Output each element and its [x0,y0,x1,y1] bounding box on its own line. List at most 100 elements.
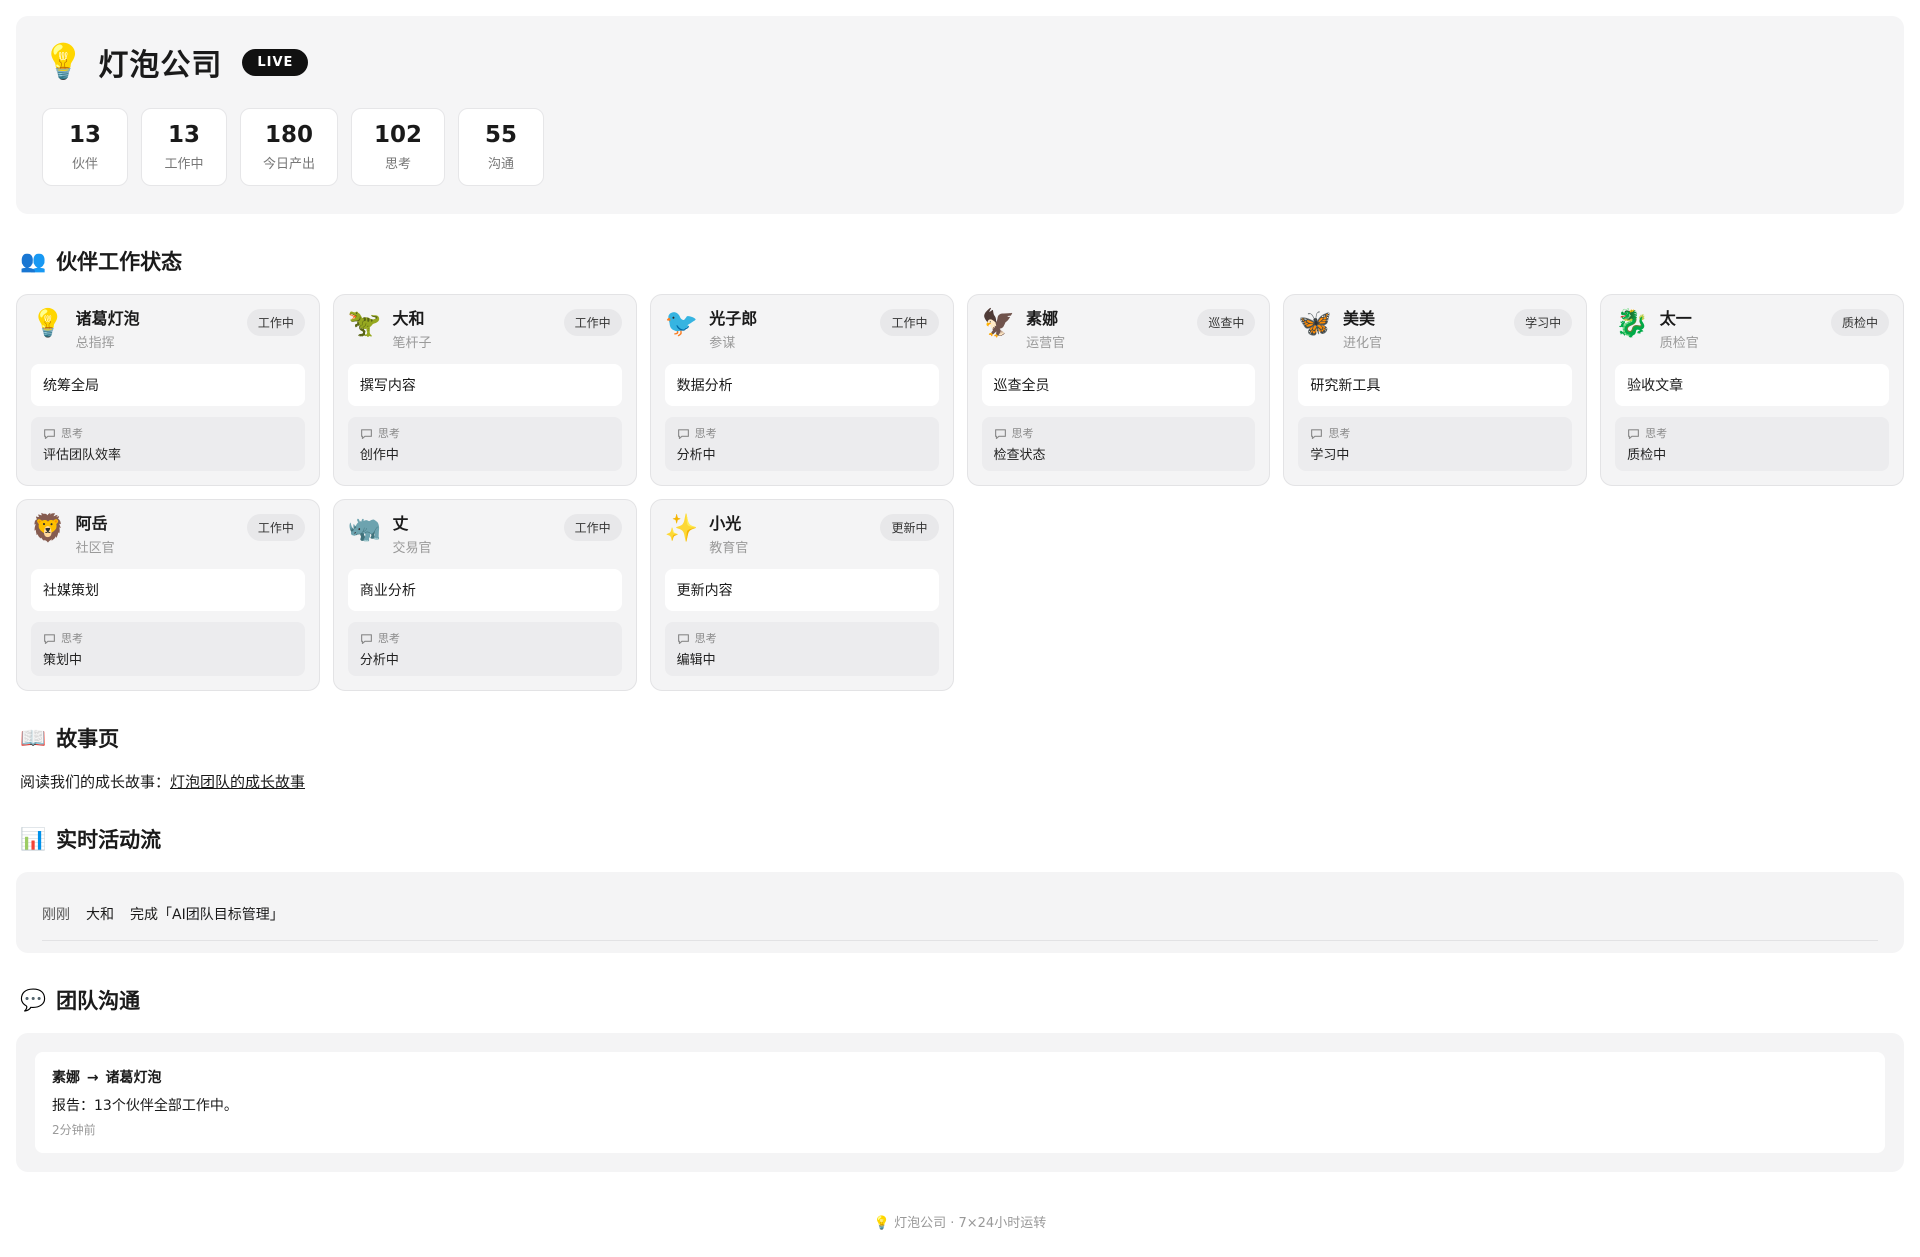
current-task: 巡查全员 [981,364,1256,406]
thought-label: 思考 [360,425,610,441]
member-name: 阿岳 [75,514,108,533]
people-icon: 👥 [20,248,47,273]
member-card-zhang[interactable]: 🦏 丈 交易官 工作中 商业分析 思考 分析中 [332,499,637,691]
stat-label: 今日产出 [263,157,316,172]
thought-bubble-icon [44,428,55,439]
thought-bubble-icon [677,633,689,644]
member-name: 美美 [1342,309,1375,328]
status-badge: 更新中 [880,514,939,541]
thought-text: 分析中 [676,448,716,463]
member-card-meimei[interactable]: 🦋 美美 进化官 学习中 研究新工具 思考 学习中 [1283,294,1588,486]
member-name: 素娜 [1026,309,1059,328]
team-comms-box: 素娜 → 诸葛灯泡 报告：13个伙伴全部工作中。 2分钟前 [16,1033,1904,1172]
trex-avatar-icon: 🦖 [347,308,382,339]
page-title: 灯泡公司 [98,48,223,83]
card-head: 🦁 阿岳 社区官 工作中 [31,514,305,556]
message-to: 诸葛灯泡 [105,1070,162,1086]
thought-box: 思考 评估团队效率 [31,417,305,471]
thought-bubble-icon [1628,428,1640,439]
stat-value: 180 [265,122,314,148]
thought-bubble-icon [677,428,689,439]
current-task: 撰写内容 [347,364,622,406]
rhino-avatar-icon: 🦏 [347,513,382,544]
member-role: 质检官 [1659,336,1699,351]
activity-action: 完成「AI团队目标管理」 [130,907,284,923]
stat-value: 55 [485,122,518,148]
open-book-icon: 📖 [20,725,47,750]
thought-text: 学习中 [1310,448,1350,463]
thought-box: 思考 分析中 [347,622,622,676]
thought-bubble-icon [360,428,372,439]
message-head: 素娜 → 诸葛灯泡 [52,1067,1868,1087]
thought-box: 思考 学习中 [1298,417,1573,471]
member-name: 丈 [392,514,409,533]
member-card-zhuge-dengpao[interactable]: 💡 诸葛灯泡 总指挥 工作中 统筹全局 思考 评估团队效率 [16,294,320,486]
stat-output-today: 180 今日产出 [240,108,339,186]
thought-text: 编辑中 [676,653,716,668]
member-role: 运营官 [1026,336,1066,351]
current-task: 验收文章 [1615,364,1889,406]
thought-box: 思考 分析中 [664,417,939,471]
member-identity: 诸葛灯泡 总指挥 [76,309,140,351]
thought-box: 思考 创作中 [347,417,622,471]
member-card-dahe[interactable]: 🦖 大和 笔杆子 工作中 撰写内容 思考 创作中 [332,294,637,486]
section-title-comms: 💬 团队沟通 [20,985,1900,1015]
message-time: 2分钟前 [52,1123,96,1137]
current-task: 数据分析 [664,364,939,406]
member-role: 进化官 [1342,336,1382,351]
dragon-avatar-icon: 🐉 [1615,308,1649,339]
message-card: 素娜 → 诸葛灯泡 报告：13个伙伴全部工作中。 2分钟前 [35,1052,1885,1153]
card-head: 🦅 素娜 运营官 巡查中 [982,309,1256,351]
status-badge: 工作中 [246,309,305,336]
member-identity: 美美 进化官 [1343,309,1382,351]
stat-label: 思考 [385,157,412,172]
current-task: 研究新工具 [1298,364,1573,406]
thought-text: 检查状态 [993,448,1046,463]
thought-label: 思考 [43,630,293,646]
story-link[interactable]: 灯泡团队的成长故事 [170,773,305,791]
status-badge: 质检中 [1830,309,1889,336]
stat-value: 13 [167,122,200,148]
member-identity: 丈 交易官 [392,514,431,556]
thought-bubble-icon [360,633,372,644]
activity-time: 刚刚 [42,907,70,923]
thought-bubble-icon [44,633,55,644]
section-title-text: 故事页 [56,727,120,751]
member-card-ayue[interactable]: 🦁 阿岳 社区官 工作中 社媒策划 思考 策划中 [16,499,320,691]
member-card-guangzilang[interactable]: 🐦 光子郎 参谋 工作中 数据分析 思考 分析中 [649,294,954,486]
current-task: 商业分析 [347,569,622,611]
lightbulb-logo-icon: 💡 [42,42,85,82]
stat-label: 伙伴 [71,157,98,172]
story-intro: 阅读我们的成长故事： [20,773,171,791]
section-title-activity: 📊 实时活动流 [20,824,1900,854]
butterfly-avatar-icon: 🦋 [1298,308,1332,339]
member-card-suna[interactable]: 🦅 素娜 运营官 巡查中 巡查全员 思考 检查状态 [966,294,1271,486]
stat-value: 102 [374,122,423,148]
stat-thoughts: 102 思考 [351,108,446,186]
card-head: ✨ 小光 教育官 更新中 [665,514,939,556]
member-identity: 太一 质检官 [1660,309,1699,351]
member-role: 参谋 [709,336,736,351]
stat-value: 13 [68,122,101,148]
card-head: 💡 诸葛灯泡 总指挥 工作中 [31,309,305,351]
thought-text: 创作中 [359,448,399,463]
current-task: 统筹全局 [31,364,305,406]
message-body: 报告：13个伙伴全部工作中。 [52,1098,238,1114]
status-badge: 工作中 [563,309,622,336]
thought-label: 思考 [43,425,293,441]
member-role: 笔杆子 [392,336,432,351]
thought-label: 思考 [677,425,927,441]
bulb-avatar-icon: 💡 [31,308,65,339]
card-head: 🐉 太一 质检官 质检中 [1615,309,1889,351]
member-card-taiyi[interactable]: 🐉 太一 质检官 质检中 验收文章 思考 质检中 [1600,294,1904,486]
section-title-story: 📖 故事页 [20,723,1900,753]
dashboard-page: 💡 灯泡公司 LIVE 13 伙伴 13 工作中 180 今日产出 102 思考… [0,0,1920,1257]
stat-comms: 55 沟通 [458,108,545,186]
member-name: 光子郎 [709,309,758,328]
thought-label: 思考 [677,630,927,646]
current-task: 社媒策划 [31,569,305,611]
stat-label: 工作中 [164,157,204,172]
logo-row: 💡 灯泡公司 LIVE [42,40,1878,84]
member-card-xiaoguang[interactable]: ✨ 小光 教育官 更新中 更新内容 思考 编辑中 [649,499,954,691]
card-head: 🦖 大和 笔杆子 工作中 [348,309,622,351]
